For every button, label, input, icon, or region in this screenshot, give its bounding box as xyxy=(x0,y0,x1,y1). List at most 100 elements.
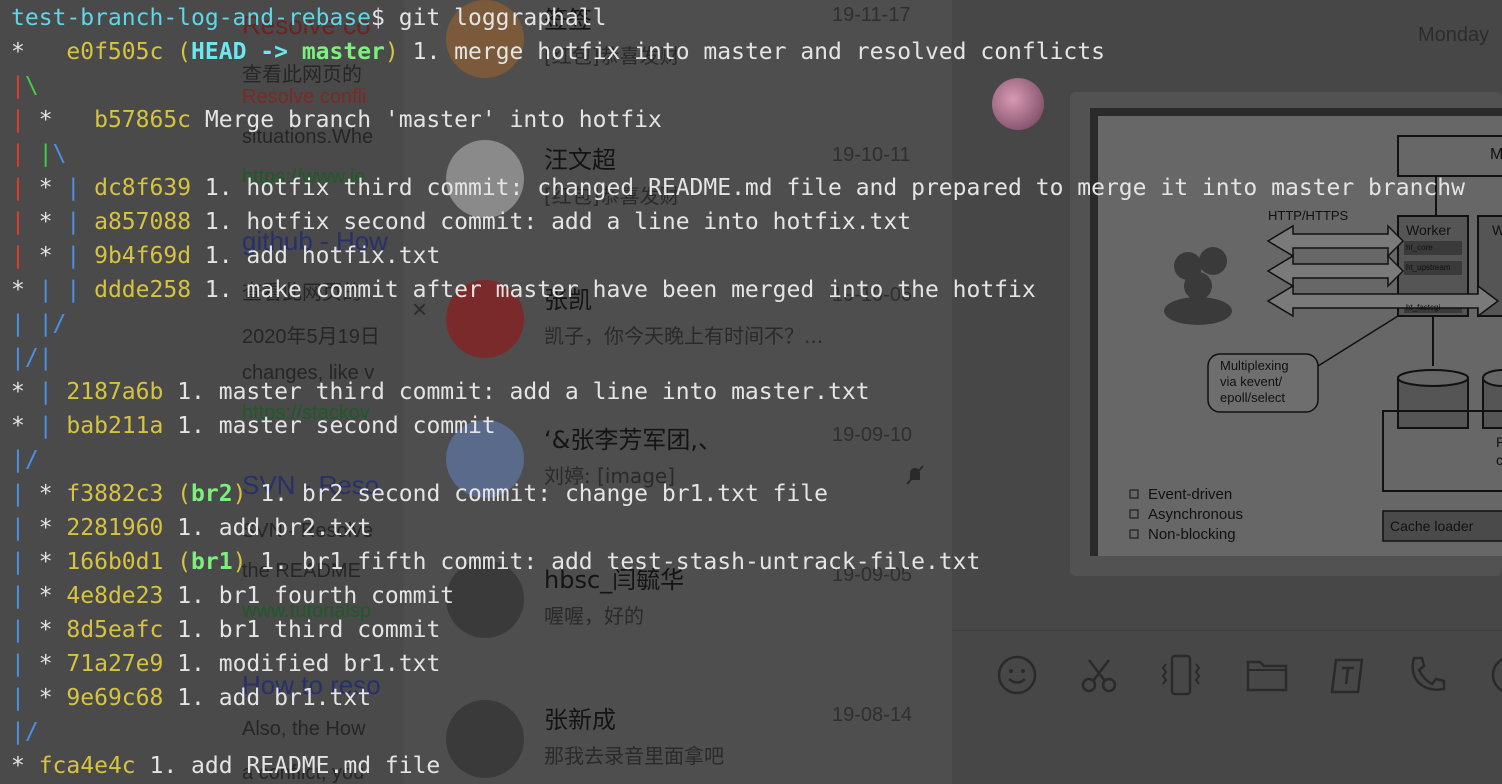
commit-line: | * | dc8f639 1. hotfix third commit: ch… xyxy=(11,175,1465,201)
graph-segment: * xyxy=(11,39,67,65)
graph-segment: | xyxy=(11,481,39,507)
graph-line: | |/ xyxy=(11,311,66,337)
commit-line: | * 4e8de23 1. br1 fourth commit xyxy=(11,583,454,609)
commit-hash: f3882c3 xyxy=(66,481,164,507)
ref-paren: ( xyxy=(163,39,192,65)
commit-hash: 2281960 xyxy=(66,515,164,541)
graph-segment: * xyxy=(38,583,67,609)
commit-line: * | 2187a6b 1. master third commit: add … xyxy=(11,379,870,405)
commit-message: 1. br1 fifth commit: add test-stash-untr… xyxy=(246,549,981,575)
graph-segment: * xyxy=(38,515,67,541)
graph-segment: * xyxy=(38,651,67,677)
commit-hash: 9e69c68 xyxy=(66,685,164,711)
commit-hash: ddde258 xyxy=(94,277,192,303)
graph-segment: | xyxy=(11,617,39,643)
commit-line: | * | a857088 1. hotfix second commit: a… xyxy=(11,209,911,235)
commit-line: | * 8d5eafc 1. br1 third commit xyxy=(11,617,440,643)
commit-message: 1. hotfix second commit: add a line into… xyxy=(191,209,912,235)
graph-segment: | xyxy=(11,141,39,167)
graph-segment: |/ xyxy=(38,311,67,337)
graph-segment: | xyxy=(11,651,39,677)
commit-message: 1. br1 fourth commit xyxy=(163,583,455,609)
graph-segment: |/ xyxy=(11,719,39,745)
graph-segment: | xyxy=(11,549,39,575)
graph-segment: | xyxy=(11,311,39,337)
graph-segment: | xyxy=(66,277,95,303)
ref-paren: ) xyxy=(384,39,399,65)
graph-segment: * xyxy=(11,277,39,303)
command-line: test-branch-log-and-rebase$ git loggraph… xyxy=(11,5,606,31)
graph-segment: | xyxy=(66,209,95,235)
branch-ref: br2 xyxy=(191,481,233,507)
commit-hash: 8d5eafc xyxy=(66,617,164,643)
graph-segment: | xyxy=(11,243,39,269)
commit-message: 1. make commit after master have been me… xyxy=(191,277,1036,303)
commit-line: * fca4e4c 1. add README.md file xyxy=(11,753,440,779)
commit-hash: 71a27e9 xyxy=(66,651,164,677)
commit-message: Merge branch 'master' into hotfix xyxy=(191,107,662,133)
terminal-prompt: test-branch-log-and-rebase xyxy=(11,5,372,31)
graph-segment: * xyxy=(38,685,67,711)
commit-line: | * | 9b4f69d 1. add hotfix.txt xyxy=(11,243,440,269)
commit-hash: 2187a6b xyxy=(66,379,164,405)
graph-segment: \ xyxy=(24,73,39,99)
graph-segment: | xyxy=(11,175,39,201)
graph-segment: | xyxy=(11,515,39,541)
commit-hash: e0f505c xyxy=(66,39,164,65)
graph-segment: | xyxy=(66,243,95,269)
commit-hash: bab211a xyxy=(66,413,164,439)
graph-segment: | xyxy=(38,345,53,371)
branch-ref: br1 xyxy=(191,549,233,575)
graph-segment: * xyxy=(38,617,67,643)
graph-segment: * xyxy=(11,413,39,439)
commit-line: * | bab211a 1. master second commit xyxy=(11,413,496,439)
graph-segment: | xyxy=(11,583,39,609)
graph-line: | |\ xyxy=(11,141,66,167)
commit-hash: dc8f639 xyxy=(94,175,192,201)
commit-line: * | | ddde258 1. make commit after maste… xyxy=(11,277,1036,303)
branch-ref: master xyxy=(301,39,385,65)
graph-line: |/ xyxy=(11,719,39,745)
ref-paren: ) xyxy=(232,549,247,575)
graph-segment: | xyxy=(66,175,95,201)
commit-message: 1. hotfix third commit: changed README.m… xyxy=(191,175,1465,201)
ref-paren: ( xyxy=(163,549,192,575)
graph-segment: * xyxy=(11,379,39,405)
graph-line: |\ xyxy=(11,73,39,99)
graph-segment: | xyxy=(11,107,39,133)
commit-message: 1. add br2.txt xyxy=(163,515,372,541)
graph-segment: * xyxy=(38,209,67,235)
graph-segment: |/ xyxy=(11,447,39,473)
commit-line: | * 166b0d1 (br1) 1. br1 fifth commit: a… xyxy=(11,549,980,575)
commit-hash: 4e8de23 xyxy=(66,583,164,609)
graph-segment: | xyxy=(38,141,53,167)
commit-message: 1. br1 third commit xyxy=(163,617,441,643)
graph-segment: | xyxy=(38,413,67,439)
commit-message: 1. add hotfix.txt xyxy=(191,243,441,269)
terminal-command: git loggraphall xyxy=(384,5,607,31)
commit-hash: 9b4f69d xyxy=(94,243,192,269)
commit-line: * e0f505c (HEAD -> master) 1. merge hotf… xyxy=(11,39,1105,65)
graph-line: |/ xyxy=(11,447,39,473)
graph-segment: | xyxy=(11,209,39,235)
head-ref: HEAD -> xyxy=(191,39,302,65)
graph-segment: \ xyxy=(52,141,67,167)
commit-line: | * b57865c Merge branch 'master' into h… xyxy=(11,107,662,133)
commit-hash: fca4e4c xyxy=(38,753,136,779)
ref-paren: ( xyxy=(163,481,192,507)
terminal-output[interactable]: test-branch-log-and-rebase$ git loggraph… xyxy=(0,0,1502,784)
commit-line: | * f3882c3 (br2) 1. br2 second commit: … xyxy=(11,481,828,507)
commit-line: | * 9e69c68 1. add br1.txt xyxy=(11,685,371,711)
commit-line: | * 71a27e9 1. modified br1.txt xyxy=(11,651,440,677)
graph-segment: * xyxy=(38,175,67,201)
graph-segment: | xyxy=(38,277,67,303)
prompt-symbol: $ xyxy=(371,5,385,31)
graph-segment: * xyxy=(38,481,67,507)
commit-line: | * 2281960 1. add br2.txt xyxy=(11,515,371,541)
commit-message: 1. merge hotfix into master and resolved… xyxy=(398,39,1105,65)
commit-message: 1. master second commit xyxy=(163,413,496,439)
commit-message: 1. add br1.txt xyxy=(163,685,372,711)
graph-segment: * xyxy=(38,243,67,269)
commit-hash: b57865c xyxy=(94,107,192,133)
commit-message: 1. add README.md file xyxy=(135,753,441,779)
